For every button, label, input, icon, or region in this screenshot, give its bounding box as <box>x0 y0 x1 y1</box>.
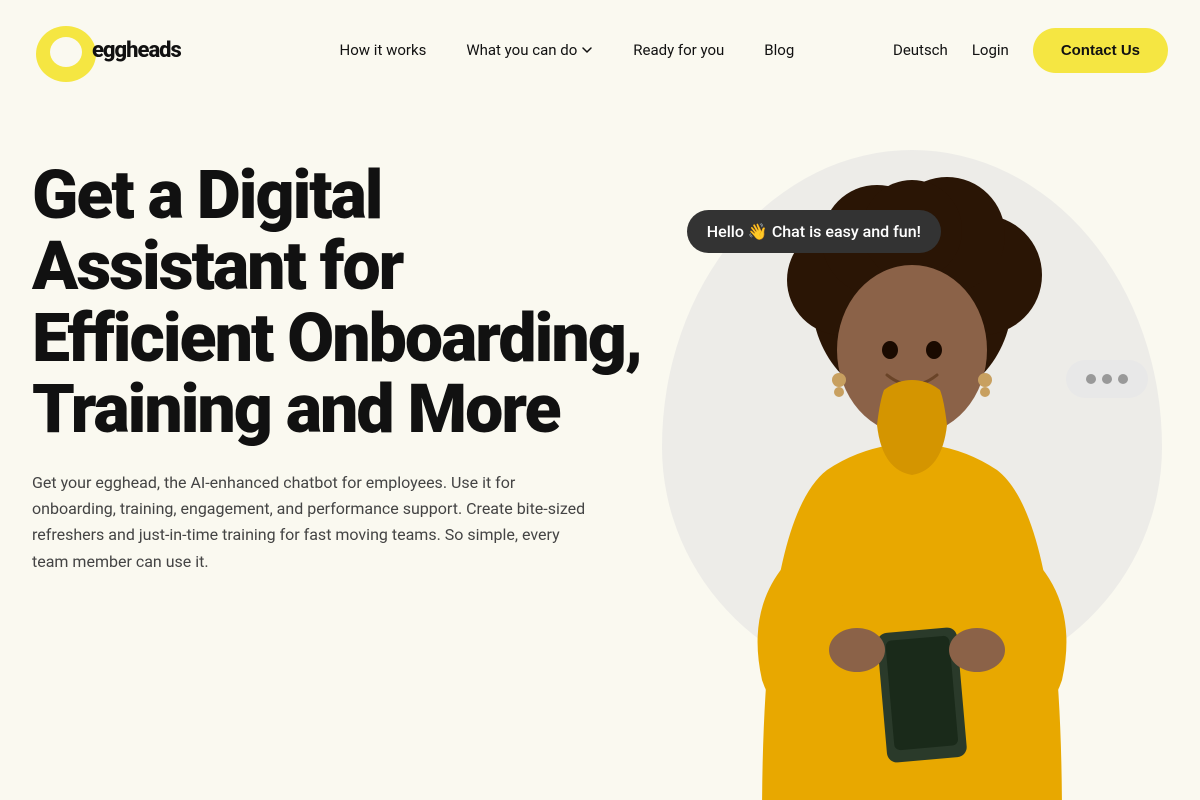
hero-title: Get a Digital Assistant for Efficient On… <box>32 160 657 446</box>
hero-left: Get a Digital Assistant for Efficient On… <box>32 140 657 575</box>
nav-what-you-can-do[interactable]: What you can do <box>466 41 593 59</box>
language-switcher[interactable]: Deutsch <box>893 41 948 59</box>
contact-us-button[interactable]: Contact Us <box>1033 28 1168 73</box>
hero-section: Get a Digital Assistant for Efficient On… <box>0 100 1200 800</box>
nav-right: Deutsch Login Contact Us <box>893 28 1168 73</box>
login-link[interactable]: Login <box>972 41 1009 59</box>
nav-ready-for-you[interactable]: Ready for you <box>633 41 724 59</box>
logo-icon <box>32 16 100 84</box>
hero-subtitle: Get your egghead, the AI-enhanced chatbo… <box>32 470 592 576</box>
typing-bubble <box>1066 360 1148 398</box>
typing-dot-1 <box>1086 374 1096 384</box>
logo-text: eggheads <box>92 38 181 63</box>
nav-blog[interactable]: Blog <box>764 41 794 59</box>
chevron-down-icon <box>581 44 593 56</box>
logo[interactable]: eggheads <box>32 16 181 84</box>
hero-right: Hello 👋 Chat is easy and fun! <box>657 140 1168 800</box>
navbar: eggheads How it works What you can do Re… <box>0 0 1200 100</box>
chat-bubble: Hello 👋 Chat is easy and fun! <box>687 210 941 253</box>
typing-dot-2 <box>1102 374 1112 384</box>
nav-links-center: How it works What you can do Ready for y… <box>241 41 893 59</box>
typing-dot-3 <box>1118 374 1128 384</box>
nav-how-it-works[interactable]: How it works <box>340 41 427 59</box>
